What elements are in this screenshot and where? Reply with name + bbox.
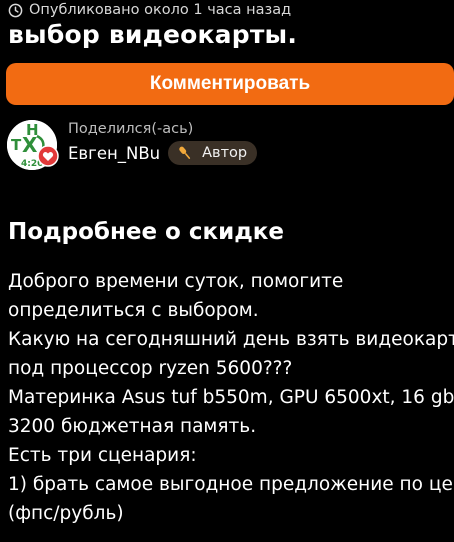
clock-icon — [8, 3, 23, 18]
description-line: Есть три сценария: — [8, 445, 197, 466]
description-line: 3200 бюджетная память. — [8, 416, 257, 437]
description-line: Доброго времени суток, помогите — [8, 271, 344, 292]
description-line: Какую на сегодняшний день взять видеокар… — [8, 329, 454, 350]
heart-alert-icon — [37, 145, 59, 167]
posted-time: Опубликовано около 1 часа назад — [8, 2, 291, 18]
avatar-letter-t: T — [11, 136, 22, 154]
details-heading: Подробнее о скидке — [8, 219, 284, 245]
avatar-letter-x: X — [22, 133, 38, 157]
author-block: H T X 4:20 Поделился(-ась) Евген_NBu Авт… — [7, 120, 447, 170]
author-row: Евген_NBu Автор — [68, 141, 258, 165]
description-line: определиться с выбором. — [8, 300, 259, 321]
description-line: Материнка Asus tuf b550m, GPU 6500xt, 16… — [8, 387, 454, 408]
microphone-icon — [176, 144, 194, 162]
author-badge: Автор — [168, 141, 258, 165]
deal-description: Доброго времени суток, помогите определи… — [8, 267, 454, 528]
deal-title: выбор видеокарты. — [8, 20, 298, 49]
shared-by-label: Поделился(-ась) — [68, 121, 194, 137]
posted-time-label: Опубликовано около 1 часа назад — [29, 2, 292, 18]
author-name[interactable]: Евген_NBu — [68, 144, 160, 163]
comment-button[interactable]: Комментировать — [6, 63, 454, 105]
description-line: 1) брать самое выгодное предложение по ц… — [8, 474, 454, 495]
avatar-overlay-badge — [37, 145, 59, 171]
description-line: под процессор ryzen 5600??? — [8, 358, 293, 379]
author-badge-label: Автор — [202, 145, 248, 161]
description-line: (фпс/рубль) — [8, 503, 124, 524]
